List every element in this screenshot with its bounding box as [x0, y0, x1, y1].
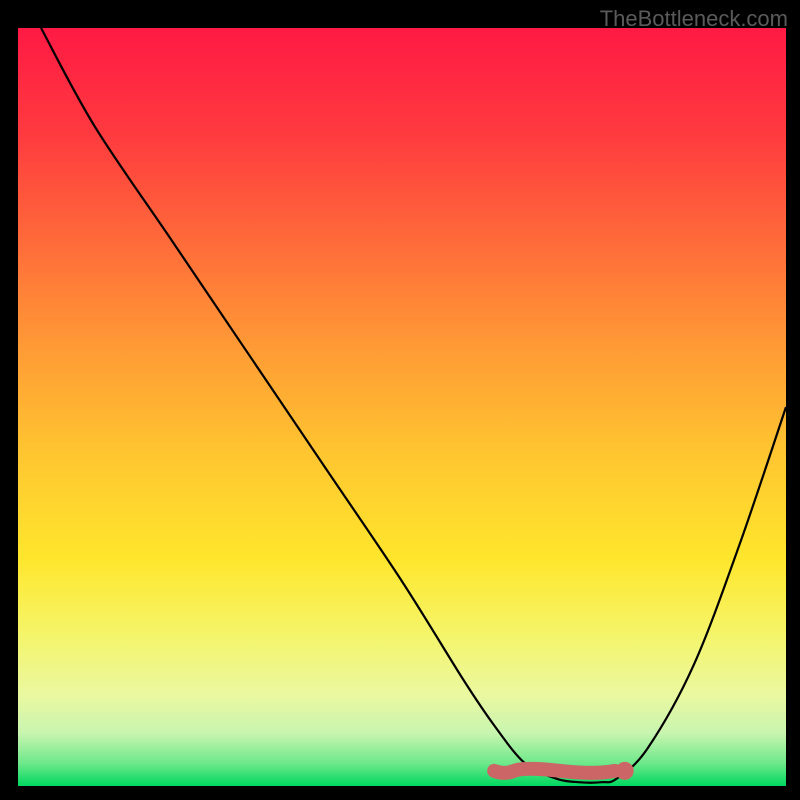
bottleneck-chart [18, 28, 786, 786]
watermark-text: TheBottleneck.com [600, 6, 788, 32]
optimal-range-marker [494, 762, 634, 780]
gradient-background [18, 28, 786, 786]
optimal-point-marker [616, 762, 634, 780]
plot-frame [18, 28, 786, 786]
optimal-range-band [494, 769, 615, 773]
